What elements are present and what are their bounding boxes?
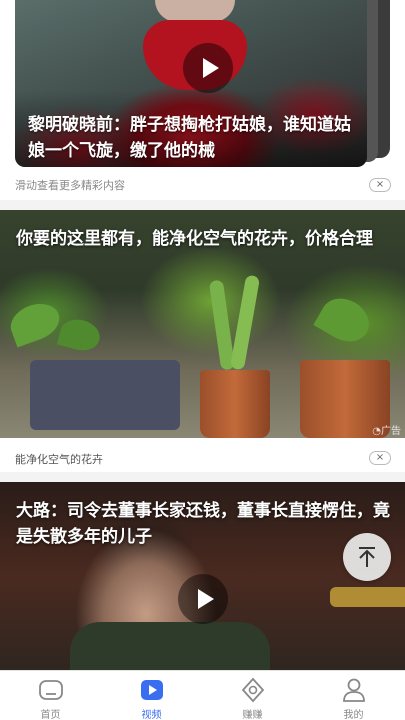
plant-tray [30,360,180,430]
plant-leaf [5,297,65,348]
video-title[interactable]: 黎明破晓前：胖子想掏枪打姑娘，谁知道姑娘一个飞旋，缴了他的械 [28,112,358,164]
video-title[interactable]: 大路：司令去董事长家还钱，董事长直接愣住，竟是失散多年的儿子 [16,498,396,550]
swipe-hint-row: 滑动查看更多精彩内容 [15,174,391,196]
nav-item-profile[interactable]: 我的 [303,671,404,720]
close-icon[interactable] [369,451,391,465]
nav-item-home[interactable]: 首页 [0,671,101,720]
swipe-hint-text: 滑动查看更多精彩内容 [15,179,125,192]
play-icon[interactable] [178,574,228,624]
play-icon[interactable] [183,43,233,93]
thumbnail-uniform [70,622,270,670]
bottom-nav: 首页 视频 赚赚 我的 [0,670,405,720]
plant-leaf [229,274,261,371]
nav-item-earn[interactable]: 赚赚 [202,671,303,720]
thumbnail-face [155,0,235,22]
ad-caption: 能净化空气的花卉 [15,453,103,466]
video-card-1[interactable]: 黎明破晓前：胖子想掏枪打姑娘，谁知道姑娘一个飞旋，缴了他的械 滑动查看更多精彩内… [0,0,405,200]
earn-coin-icon [241,677,265,703]
plant-leaf [56,315,104,355]
ad-badge-icon: ◔ [372,426,381,437]
home-icon [39,680,63,700]
ad-title[interactable]: 你要的这里都有，能净化空气的花卉，价格合理 [16,226,396,252]
ad-image[interactable]: 你要的这里都有，能净化空气的花卉，价格合理 ◔广告 [0,210,405,438]
nav-label-earn: 赚赚 [242,710,263,720]
plant-leaf [313,290,377,350]
arrow-up-icon [359,547,375,567]
nav-label-video: 视频 [141,710,162,720]
nav-label-profile: 我的 [343,710,364,720]
nav-label-home: 首页 [40,710,61,720]
scroll-to-top-button[interactable] [343,533,391,581]
video-card-3[interactable]: 大路：司令去董事长家还钱，董事长直接愣住，竟是失散多年的儿子 [0,482,405,670]
thumbnail-epaulet [330,587,405,607]
profile-icon [343,678,365,702]
close-icon[interactable] [369,178,391,192]
ad-card[interactable]: 你要的这里都有，能净化空气的花卉，价格合理 ◔广告 能净化空气的花卉 [0,210,405,472]
ad-badge-label: 广告 [381,426,401,437]
ad-badge: ◔广告 [372,422,401,437]
flower-pot [200,370,270,438]
nav-item-video[interactable]: 视频 [101,671,202,720]
video-play-icon [141,680,163,700]
